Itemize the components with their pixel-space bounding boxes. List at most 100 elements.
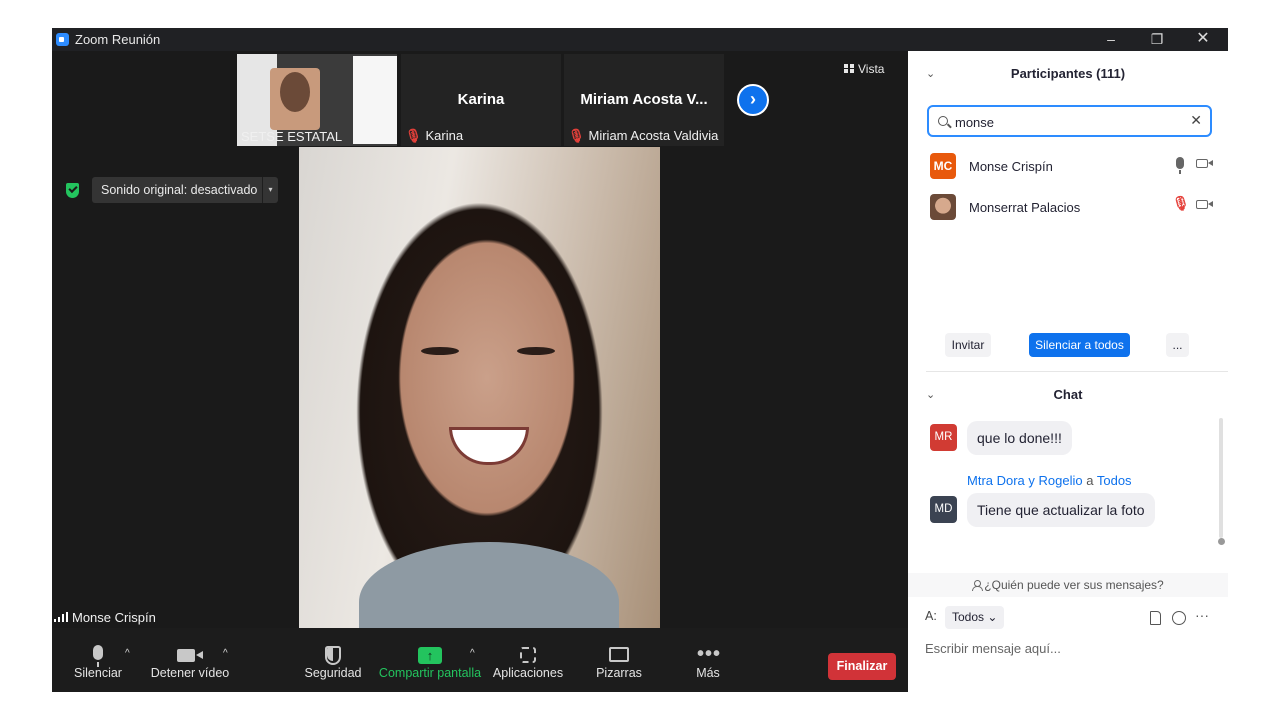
mic-off-icon: 🎙 xyxy=(568,128,585,143)
participant-video xyxy=(270,68,320,130)
video-eye xyxy=(421,347,459,355)
thumbnail-miriam[interactable]: Miriam Acosta V... 🎙 Miriam Acosta Valdiv… xyxy=(564,54,724,146)
grid-icon xyxy=(844,64,854,73)
chat-message-meta: Mtra Dora y Rogelio a Todos xyxy=(967,473,1132,488)
close-button[interactable]: ✕ xyxy=(1180,28,1226,51)
whiteboards-label: Pizarras xyxy=(596,666,642,680)
encryption-shield-icon[interactable] xyxy=(66,183,79,198)
chat-message-input[interactable] xyxy=(925,637,1215,659)
mute-all-button[interactable]: Silenciar a todos xyxy=(1029,333,1130,357)
participant-search[interactable]: ✕ xyxy=(927,105,1212,137)
participant-name: Monserrat Palacios xyxy=(969,200,1081,215)
file-icon[interactable] xyxy=(1150,611,1161,625)
scroll-thumb[interactable] xyxy=(1218,538,1225,545)
active-speaker-label: Monse Crispín xyxy=(54,610,156,625)
participants-more-button[interactable]: ... xyxy=(1166,333,1189,357)
zoom-logo-icon xyxy=(56,33,69,46)
share-screen-icon: ↑ xyxy=(418,647,442,664)
avatar: MD xyxy=(930,496,957,523)
chat-sender[interactable]: Mtra Dora y Rogelio xyxy=(967,473,1083,488)
mute-button[interactable]: Silenciar xyxy=(60,628,136,692)
zoom-window: Zoom Reunión – ❐ ✕ SETSE ESTATAL Karina … xyxy=(52,28,1228,692)
chat-header: ⌄ Chat xyxy=(908,381,1228,411)
thumbnail-name: Miriam Acosta V... xyxy=(580,91,708,108)
thumbnail-name: Karina xyxy=(457,91,505,108)
person-icon xyxy=(972,580,984,591)
video-eye xyxy=(517,347,555,355)
participant-row[interactable]: MC Monse Crispín xyxy=(908,146,1228,186)
share-screen-button[interactable]: ↑ Compartir pantalla xyxy=(378,628,482,692)
invite-button[interactable]: Invitar xyxy=(945,333,991,357)
avatar xyxy=(930,194,956,220)
avatar: MR xyxy=(930,424,957,451)
participant-row[interactable]: Monserrat Palacios 🎙 xyxy=(908,187,1228,227)
title-bar: Zoom Reunión – ❐ ✕ xyxy=(52,28,1228,51)
view-button[interactable]: Vista xyxy=(844,62,884,76)
video-smile xyxy=(449,427,529,465)
video-options-caret[interactable]: ^ xyxy=(223,648,228,659)
thumbnail-label-text: Miriam Acosta Valdivia xyxy=(588,128,719,143)
divider xyxy=(926,371,1228,372)
video-camera-icon xyxy=(177,649,203,662)
participants-title: Participantes (111) xyxy=(1010,66,1126,81)
chat-privacy-text: ¿Quién puede ver sus mensajes? xyxy=(984,578,1164,592)
recipient-select[interactable]: Todos ⌄ xyxy=(945,606,1005,629)
more-dots-icon: ••• xyxy=(697,643,722,665)
side-panel: ⌄ Participantes (111) ✕ MC Monse Crispín… xyxy=(908,51,1228,692)
participant-name: Monse Crispín xyxy=(969,159,1053,174)
more-button[interactable]: ••• Más xyxy=(678,628,738,692)
apps-icon xyxy=(520,647,536,663)
view-button-label: Vista xyxy=(858,62,885,76)
participants-header: ⌄ Participantes (111) xyxy=(908,51,1228,95)
emoji-icon[interactable] xyxy=(1172,611,1186,625)
minimize-button[interactable]: – xyxy=(1088,28,1134,51)
clear-search-icon[interactable]: ✕ xyxy=(1190,112,1202,129)
end-meeting-button[interactable]: Finalizar xyxy=(828,653,896,680)
chevron-down-icon[interactable]: ▾ xyxy=(262,177,278,203)
stop-video-label: Detener vídeo xyxy=(150,666,230,680)
chat-messages[interactable]: MR que lo done!!! Mtra Dora y Rogelio a … xyxy=(908,416,1228,576)
thumbnail-label: 🎙 Miriam Acosta Valdivia xyxy=(568,128,718,144)
whiteboard-icon xyxy=(609,647,629,662)
chat-message[interactable]: que lo done!!! xyxy=(967,421,1072,455)
thumbnail-label: SETSE ESTATAL xyxy=(241,129,343,144)
share-options-caret[interactable]: ^ xyxy=(470,648,475,659)
chat-title: Chat xyxy=(1053,387,1083,402)
mic-off-icon[interactable]: 🎙 xyxy=(1172,195,1190,212)
shared-screen-preview-right xyxy=(353,56,397,144)
restore-button[interactable]: ❐ xyxy=(1134,28,1180,51)
mic-off-icon: 🎙 xyxy=(405,128,422,143)
active-speaker-name: Monse Crispín xyxy=(72,610,156,625)
video-shirt xyxy=(359,542,619,628)
chat-privacy-link[interactable]: ¿Quién puede ver sus mensajes? xyxy=(908,573,1228,597)
chat-recipient[interactable]: Todos xyxy=(1097,473,1132,488)
active-speaker-video xyxy=(299,147,660,628)
original-sound-toggle[interactable]: Sonido original: desactivado ▾ xyxy=(92,177,278,203)
stop-video-button[interactable]: Detener vídeo xyxy=(148,628,232,692)
chat-scrollbar[interactable] xyxy=(1219,418,1223,538)
search-input[interactable] xyxy=(955,112,1180,132)
signal-strength-icon xyxy=(54,612,68,622)
share-screen-label: Compartir pantalla xyxy=(378,666,482,680)
audio-options-caret[interactable]: ^ xyxy=(125,648,130,659)
thumbnail-setse-estatal[interactable]: SETSE ESTATAL xyxy=(237,54,397,146)
window-title: Zoom Reunión xyxy=(75,32,161,47)
original-sound-label: Sonido original: desactivado xyxy=(101,183,258,197)
mute-label: Silenciar xyxy=(74,666,122,680)
video-camera-icon[interactable] xyxy=(1196,159,1213,168)
avatar: MC xyxy=(930,153,956,179)
video-camera-icon[interactable] xyxy=(1196,200,1213,209)
microphone-icon[interactable] xyxy=(1176,157,1184,174)
meeting-toolbar: Silenciar ^ Detener vídeo ^ Seguridad ↑ … xyxy=(52,628,908,692)
thumbnail-karina[interactable]: Karina 🎙 Karina xyxy=(401,54,561,146)
thumbnail-label-text: Karina xyxy=(425,128,464,143)
microphone-icon xyxy=(93,645,103,667)
apps-button[interactable]: Aplicaciones xyxy=(490,628,566,692)
more-options-icon[interactable]: ··· xyxy=(1195,607,1209,623)
chat-message[interactable]: Tiene que actualizar la foto xyxy=(967,493,1155,527)
shield-icon xyxy=(325,646,341,665)
security-button[interactable]: Seguridad xyxy=(298,628,368,692)
participant-actions: Invitar Silenciar a todos ... xyxy=(908,333,1228,365)
whiteboards-button[interactable]: Pizarras xyxy=(586,628,652,692)
next-page-button[interactable]: › xyxy=(737,84,769,116)
